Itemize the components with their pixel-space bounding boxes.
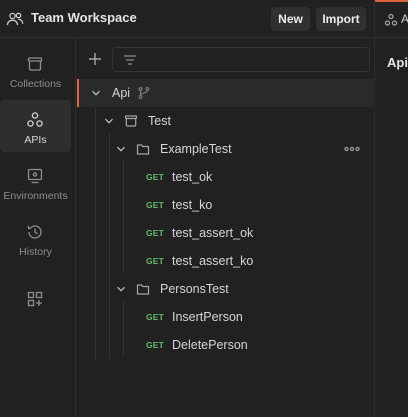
active-tab-indicator <box>375 0 408 2</box>
filter-input[interactable] <box>112 47 370 72</box>
method-badge: GET <box>146 228 165 238</box>
api-label: Api <box>112 86 131 100</box>
team-icon <box>6 10 24 28</box>
tree-item-collection[interactable]: Test <box>77 107 373 135</box>
folder-icon <box>136 142 150 156</box>
chevron-down-icon[interactable] <box>91 88 101 98</box>
tree-item-request[interactable]: GET DeletePerson <box>77 331 373 359</box>
folder-label: PersonsTest <box>160 282 229 296</box>
sidebar-item-label: History <box>19 246 52 258</box>
request-label: test_ko <box>172 198 213 212</box>
tab-label: A <box>401 12 408 26</box>
tree-item-request[interactable]: GET test_ko <box>77 191 373 219</box>
tab-api[interactable]: A <box>375 0 408 38</box>
sidebar-item-label: Collections <box>9 78 62 90</box>
import-button[interactable]: Import <box>316 7 366 31</box>
apis-icon <box>26 111 44 129</box>
sidebar-item-label: APIs <box>24 134 47 146</box>
request-label: InsertPerson <box>172 310 243 324</box>
add-widgets-icon[interactable] <box>26 290 44 308</box>
request-label: test_assert_ko <box>172 254 254 268</box>
folder-label: ExampleTest <box>160 142 232 156</box>
collection-label: Test <box>148 114 171 128</box>
filter-icon <box>123 53 137 67</box>
request-label: DeletePerson <box>172 338 248 352</box>
chevron-down-icon[interactable] <box>116 144 126 154</box>
sidebar-item-label: Environments <box>3 190 68 202</box>
method-badge: GET <box>146 340 165 350</box>
api-tree-panel: Api Test ExampleTest GET test_ok GET tes… <box>77 39 373 417</box>
request-label: test_assert_ok <box>172 226 254 240</box>
page-title: Api <box>387 55 408 70</box>
method-badge: GET <box>146 256 165 266</box>
tree-item-folder[interactable]: PersonsTest <box>77 275 373 303</box>
tree-item-request[interactable]: GET test_ok <box>77 163 373 191</box>
history-icon <box>26 223 44 241</box>
sidebar-item-environments[interactable]: Environments <box>0 156 71 208</box>
environments-icon <box>26 167 44 185</box>
selection-indicator <box>77 79 79 107</box>
chevron-down-icon[interactable] <box>104 116 114 126</box>
tree-item-request[interactable]: GET test_assert_ko <box>77 247 373 275</box>
collection-icon <box>124 114 138 128</box>
tree-item-api[interactable]: Api <box>77 79 373 107</box>
tree-item-folder[interactable]: ExampleTest <box>77 135 373 163</box>
method-badge: GET <box>146 312 165 322</box>
chevron-down-icon[interactable] <box>116 284 126 294</box>
apis-icon <box>384 13 398 27</box>
more-options-icon[interactable] <box>344 146 360 152</box>
api-detail-panel: A Api <box>374 0 408 417</box>
request-label: test_ok <box>172 170 213 184</box>
new-button[interactable]: New <box>271 7 310 31</box>
folder-icon <box>136 282 150 296</box>
sidebar-nav: Collections APIs Environments History <box>0 39 76 417</box>
sidebar-item-history[interactable]: History <box>0 212 71 264</box>
tree-item-request[interactable]: GET InsertPerson <box>77 303 373 331</box>
sidebar-item-apis[interactable]: APIs <box>0 100 71 152</box>
tree-item-request[interactable]: GET test_assert_ok <box>77 219 373 247</box>
method-badge: GET <box>146 172 165 182</box>
add-icon[interactable] <box>87 51 103 67</box>
branch-icon <box>137 86 151 100</box>
sidebar-item-collections[interactable]: Collections <box>0 44 71 96</box>
collections-icon <box>26 55 44 73</box>
method-badge: GET <box>146 200 165 210</box>
workspace-header: Team Workspace New Import <box>0 0 373 38</box>
workspace-title[interactable]: Team Workspace <box>31 10 137 25</box>
